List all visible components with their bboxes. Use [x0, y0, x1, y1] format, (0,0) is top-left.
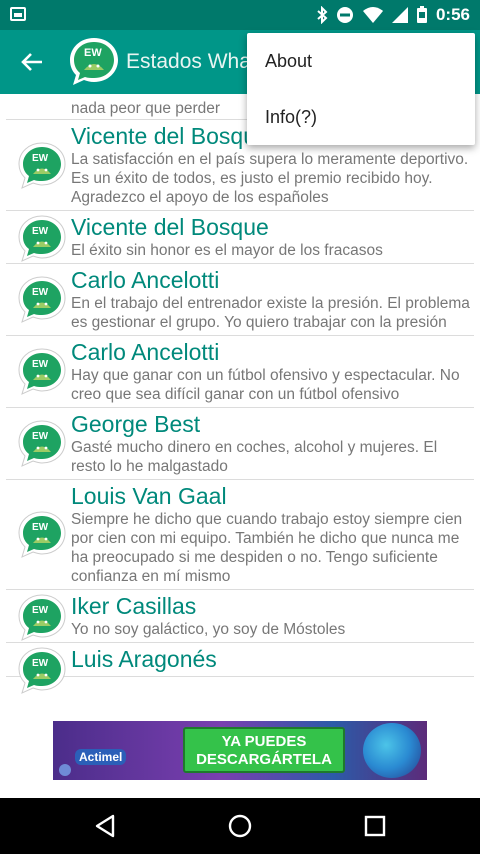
ad-cta-line2: DESCARGÁRTELA — [196, 751, 332, 768]
ad-choices-icon[interactable] — [59, 764, 71, 776]
ad-cta-line1: YA PUEDES — [221, 733, 307, 750]
quote-text: En el trabajo del entrenador existe la p… — [71, 295, 470, 331]
quote-avatar-icon: EW — [16, 592, 68, 644]
image-notification-icon — [10, 7, 26, 21]
ad-download-button[interactable]: YA PUEDES DESCARGÁRTELA — [183, 727, 345, 773]
menu-item-info[interactable]: Info(?) — [247, 89, 475, 145]
svg-text:EW: EW — [32, 658, 49, 669]
svg-text:EW: EW — [32, 153, 49, 164]
quote-avatar-icon: EW — [16, 140, 68, 192]
navigation-bar — [0, 798, 480, 854]
overflow-menu: About Info(?) — [247, 33, 475, 145]
quote-text: El éxito sin honor es el mayor de los fr… — [71, 242, 383, 259]
quote-author: Vicente del Bosque — [71, 214, 269, 240]
menu-item-about[interactable]: About — [247, 33, 475, 89]
battery-icon — [416, 6, 427, 23]
quote-text: Hay que ganar con un fútbol ofensivo y e… — [71, 367, 460, 403]
svg-text:EW: EW — [32, 226, 49, 237]
svg-text:EW: EW — [32, 359, 49, 370]
quote-text: Gasté mucho dinero en coches, alcohol y … — [71, 439, 438, 475]
quote-avatar-icon: EW — [16, 346, 68, 398]
list-item[interactable]: EW George Best Gasté mucho dinero en coche… — [6, 408, 474, 480]
quote-text: Yo no soy galáctico, yo soy de Móstoles — [71, 621, 346, 638]
quote-author: Louis Van Gaal — [71, 483, 227, 509]
svg-text:EW: EW — [32, 431, 49, 442]
quote-avatar-icon: EW — [16, 645, 68, 697]
svg-text:EW: EW — [84, 47, 102, 59]
ad-brand-logo: Actimel — [75, 749, 127, 765]
list-item[interactable]: EW Luis Aragonés — [6, 643, 474, 694]
quote-author: Iker Casillas — [71, 593, 197, 619]
quote-avatar-icon: EW — [16, 213, 68, 265]
quote-text — [6, 673, 474, 676]
ad-character-image — [363, 723, 421, 778]
bluetooth-icon — [317, 6, 328, 24]
status-bar: 0:56 — [0, 0, 480, 30]
cell-signal-icon — [391, 7, 408, 23]
svg-text:EW: EW — [32, 287, 49, 298]
quote-avatar-icon: EW — [16, 509, 68, 561]
do-not-disturb-icon — [336, 7, 353, 23]
nav-recents-icon[interactable] — [361, 812, 389, 840]
quote-author: Carlo Ancelotti — [71, 267, 220, 293]
list-item[interactable]: EW Louis Van Gaal Siempre he dicho que cua… — [6, 480, 474, 590]
nav-home-icon[interactable] — [226, 812, 254, 840]
list-item[interactable]: EW Carlo Ancelotti Hay que ganar con un fú… — [6, 336, 474, 408]
wifi-icon — [362, 7, 383, 23]
quote-text: Siempre he dicho que cuando trabajo esto… — [71, 511, 463, 585]
quote-text: nada peor que perder — [71, 100, 221, 117]
quote-author: Carlo Ancelotti — [71, 339, 220, 365]
clock: 0:56 — [435, 5, 470, 24]
quotes-list[interactable]: nada peor que perder EW Vicente del Bosqu… — [0, 94, 480, 705]
quote-text: La satisfacción en el país supera lo mer… — [71, 151, 469, 206]
quote-avatar-icon: EW — [16, 274, 68, 326]
svg-text:EW: EW — [32, 605, 49, 616]
svg-text:EW: EW — [32, 522, 49, 533]
app-logo-icon: EW — [70, 38, 118, 85]
nav-back-icon[interactable] — [91, 812, 119, 840]
quote-author: Luis Aragonés — [71, 646, 217, 672]
quote-avatar-icon: EW — [16, 418, 68, 470]
back-arrow-icon[interactable] — [18, 48, 46, 76]
list-item[interactable]: EW Vicente del Bosque El éxito sin honor e… — [6, 211, 474, 264]
ad-banner[interactable]: Actimel YA PUEDES DESCARGÁRTELA — [53, 721, 427, 780]
list-item[interactable]: EW Iker Casillas Yo no soy galáctico, yo s… — [6, 590, 474, 643]
quote-author: George Best — [71, 411, 201, 437]
list-item[interactable]: EW Carlo Ancelotti En el trabajo del entre… — [6, 264, 474, 336]
